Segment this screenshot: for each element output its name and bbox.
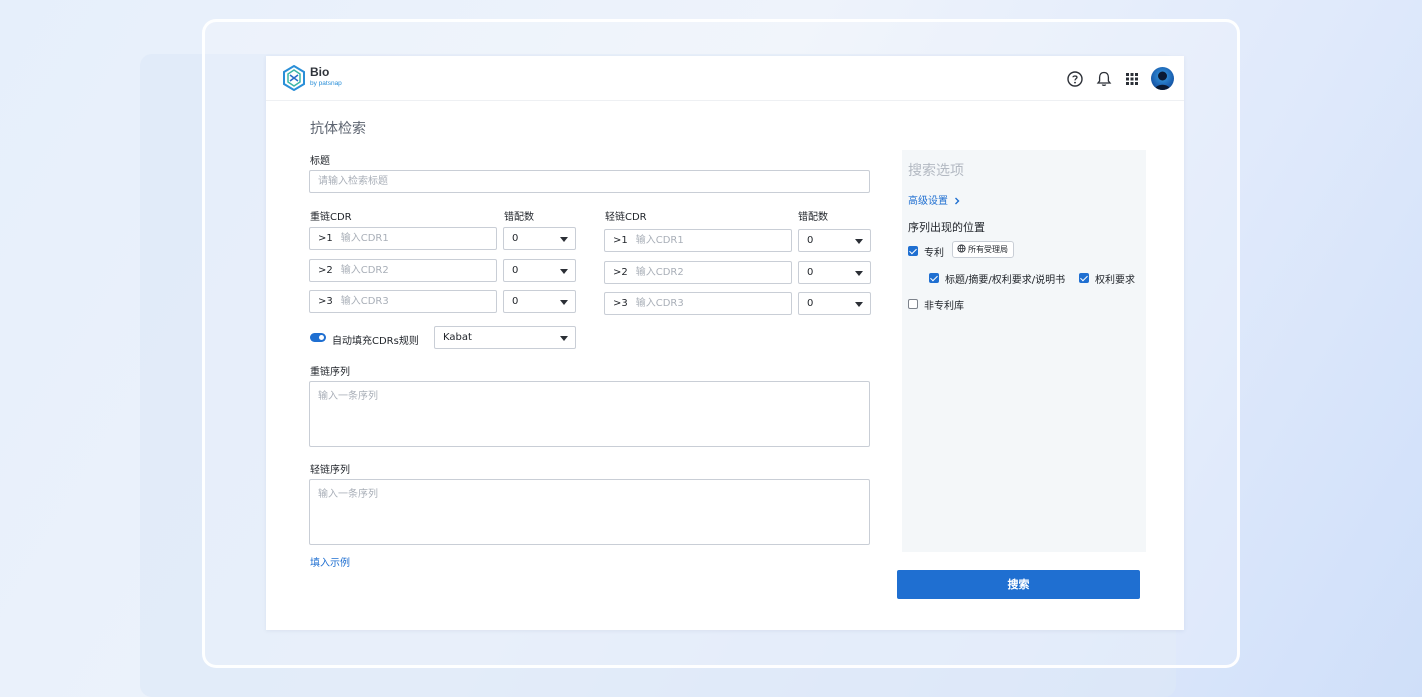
search-options-title: 搜索选项 <box>908 163 964 179</box>
chevron-down-icon <box>560 336 568 341</box>
heavy-seq-label: 重链序列 <box>310 367 350 378</box>
heavy-seq-placeholder: 输入一条序列 <box>318 391 378 402</box>
top-bar: Bio by patsnap <box>266 56 1184 101</box>
light-seq-textarea[interactable]: 输入一条序列 <box>309 479 870 545</box>
heavy-cdr2-mismatch-select[interactable]: 0 <box>503 259 576 282</box>
light-cdr3-mismatch-value: 0 <box>807 298 814 309</box>
heavy-cdr2-input[interactable]: >2 输入CDR2 <box>309 259 497 282</box>
chevron-down-icon <box>560 269 568 274</box>
light-cdr2-input[interactable]: >2 输入CDR2 <box>604 261 792 284</box>
heavy-cdr3-prefix: >3 <box>318 296 333 307</box>
heavy-cdr3-mismatch-select[interactable]: 0 <box>503 290 576 313</box>
light-cdr3-input[interactable]: >3 输入CDR3 <box>604 292 792 315</box>
heavy-cdr1-mismatch-value: 0 <box>512 233 519 244</box>
bell-icon[interactable] <box>1095 70 1113 88</box>
heavy-cdr1-prefix: >1 <box>318 233 333 244</box>
light-cdr3-prefix: >3 <box>613 298 628 309</box>
chevron-down-icon <box>560 237 568 242</box>
light-cdr2-prefix: >2 <box>613 267 628 278</box>
authority-chip[interactable]: 所有受理局 <box>952 241 1014 258</box>
heavy-cdr1-placeholder: 输入CDR1 <box>340 233 389 244</box>
light-cdr2-mismatch-select[interactable]: 0 <box>798 261 871 284</box>
heavy-cdr2-placeholder: 输入CDR2 <box>340 265 389 276</box>
heavy-cdr3-input[interactable]: >3 输入CDR3 <box>309 290 497 313</box>
help-icon[interactable] <box>1066 70 1084 88</box>
heavy-seq-textarea[interactable]: 输入一条序列 <box>309 381 870 447</box>
light-cdr2-placeholder: 输入CDR2 <box>635 267 684 278</box>
light-cdr1-input[interactable]: >1 输入CDR1 <box>604 229 792 252</box>
globe-icon <box>957 244 966 253</box>
logo-title: Bio <box>310 65 330 79</box>
heavy-mismatch-label: 错配数 <box>504 212 534 223</box>
light-seq-label: 轻链序列 <box>310 465 350 476</box>
logo[interactable]: Bio by patsnap <box>282 65 352 93</box>
heavy-cdr3-mismatch-value: 0 <box>512 296 519 307</box>
chevron-right-icon <box>955 197 960 205</box>
non-patent-label: 非专利库 <box>924 301 964 312</box>
authority-chip-label: 所有受理局 <box>968 245 1008 254</box>
patent-fulltext-checkbox[interactable] <box>929 273 939 283</box>
light-cdr1-placeholder: 输入CDR1 <box>635 235 684 246</box>
fill-example-link[interactable]: 填入示例 <box>310 554 350 569</box>
light-cdr2-mismatch-value: 0 <box>807 267 814 278</box>
non-patent-checkbox[interactable] <box>908 299 918 309</box>
light-cdr3-placeholder: 输入CDR3 <box>635 298 684 309</box>
cdr-rule-select[interactable]: Kabat <box>434 326 576 349</box>
chevron-down-icon <box>855 239 863 244</box>
heavy-cdr1-input[interactable]: >1 输入CDR1 <box>309 227 497 250</box>
light-cdr1-mismatch-value: 0 <box>807 235 814 246</box>
position-title: 序列出现的位置 <box>908 221 985 234</box>
light-seq-placeholder: 输入一条序列 <box>318 489 378 500</box>
chevron-down-icon <box>855 302 863 307</box>
title-input-placeholder: 请输入检索标题 <box>318 176 388 187</box>
light-cdr3-mismatch-select[interactable]: 0 <box>798 292 871 315</box>
auto-fill-toggle[interactable] <box>310 333 326 342</box>
chevron-down-icon <box>560 300 568 305</box>
light-cdr-label: 轻链CDR <box>605 212 647 223</box>
patent-fulltext-label: 标题/摘要/权利要求/说明书 <box>945 275 1066 286</box>
heavy-cdr3-placeholder: 输入CDR3 <box>340 296 389 307</box>
light-cdr1-prefix: >1 <box>613 235 628 246</box>
app-window: Bio by patsnap 抗体检索 标题 请输入检索标题 重链CDR 错配数… <box>266 56 1184 630</box>
logo-icon <box>283 65 305 91</box>
page-title: 抗体检索 <box>310 121 366 137</box>
user-silhouette-icon <box>1155 71 1170 90</box>
heavy-cdr1-mismatch-select[interactable]: 0 <box>503 227 576 250</box>
title-input[interactable]: 请输入检索标题 <box>309 170 870 193</box>
title-label: 标题 <box>310 156 330 167</box>
patent-checkbox[interactable] <box>908 246 918 256</box>
light-cdr1-mismatch-select[interactable]: 0 <box>798 229 871 252</box>
patent-label: 专利 <box>924 248 944 259</box>
advanced-settings-link[interactable]: 高级设置 <box>908 192 961 207</box>
search-options-panel: 搜索选项 高级设置 序列出现的位置 专利 所有受理局 标题/摘要/权利要求/说明… <box>902 150 1146 552</box>
auto-fill-label: 自动填充CDRs规则 <box>332 336 419 347</box>
search-button[interactable]: 搜索 <box>897 570 1140 599</box>
cdr-rule-value: Kabat <box>443 332 472 343</box>
claims-checkbox[interactable] <box>1079 273 1089 283</box>
logo-subtitle: by patsnap <box>310 80 342 87</box>
chevron-down-icon <box>855 271 863 276</box>
advanced-settings-label: 高级设置 <box>908 196 948 207</box>
light-mismatch-label: 错配数 <box>798 212 828 223</box>
claims-label: 权利要求 <box>1095 275 1135 286</box>
heavy-cdr2-mismatch-value: 0 <box>512 265 519 276</box>
heavy-cdr-label: 重链CDR <box>310 212 352 223</box>
heavy-cdr2-prefix: >2 <box>318 265 333 276</box>
avatar[interactable] <box>1151 67 1174 90</box>
apps-grid-icon[interactable] <box>1123 70 1141 88</box>
